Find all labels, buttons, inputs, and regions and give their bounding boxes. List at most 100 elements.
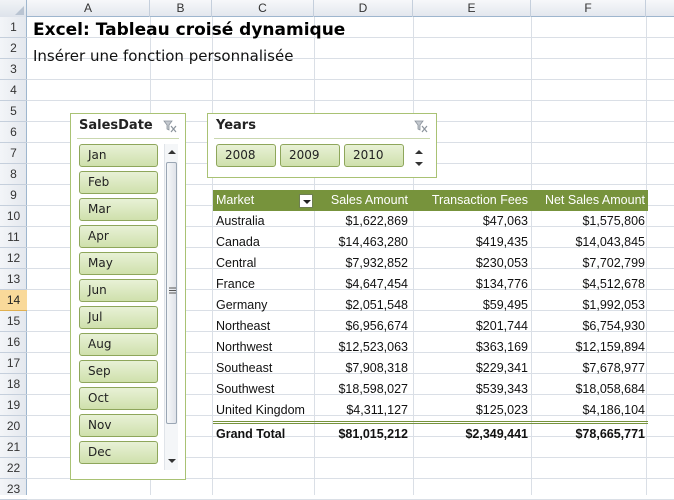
grand-total-sales[interactable]: $81,015,212: [318, 424, 408, 445]
pivot-cell-sales[interactable]: $2,051,548: [318, 295, 408, 316]
row-header[interactable]: 8: [0, 164, 27, 185]
clear-filter-icon[interactable]: [163, 120, 177, 133]
grand-total-fees[interactable]: $2,349,441: [411, 424, 528, 445]
pivot-cell-market[interactable]: Canada: [216, 232, 316, 253]
scroll-up-icon[interactable]: [415, 150, 423, 154]
pivot-cell-sales[interactable]: $7,932,852: [318, 253, 408, 274]
pivot-cell-market[interactable]: Northeast: [216, 316, 316, 337]
row-header[interactable]: 12: [0, 248, 27, 269]
pivot-cell-net[interactable]: $18,058,684: [531, 379, 645, 400]
header-sales-amount[interactable]: Sales Amount: [318, 190, 408, 211]
row-header[interactable]: 14: [0, 290, 27, 311]
scroll-down-icon[interactable]: [168, 459, 176, 463]
grand-total-net[interactable]: $78,665,771: [531, 424, 645, 445]
pivot-cell-sales[interactable]: $4,311,127: [318, 400, 408, 421]
row-header[interactable]: 6: [0, 122, 27, 143]
row-header[interactable]: 10: [0, 206, 27, 227]
column-header-e[interactable]: E: [413, 0, 531, 17]
slicer-item-mar[interactable]: Mar: [79, 198, 158, 221]
row-header[interactable]: 7: [0, 143, 27, 164]
pivot-cell-market[interactable]: Central: [216, 253, 316, 274]
pivot-cell-net[interactable]: $6,754,930: [531, 316, 645, 337]
row-header[interactable]: 21: [0, 437, 27, 458]
slicer-item-dec[interactable]: Dec: [79, 441, 158, 464]
column-header-next[interactable]: [646, 0, 674, 17]
column-header-c[interactable]: C: [212, 0, 314, 17]
row-header[interactable]: 11: [0, 227, 27, 248]
scroll-up-icon[interactable]: [168, 150, 176, 154]
row-header[interactable]: 15: [0, 311, 27, 332]
pivot-cell-sales[interactable]: $7,908,318: [318, 358, 408, 379]
pivot-cell-market[interactable]: Germany: [216, 295, 316, 316]
row-header[interactable]: 3: [0, 59, 27, 80]
slicer-item-2009[interactable]: 2009: [280, 144, 340, 167]
scroll-down-icon[interactable]: [415, 162, 423, 166]
row-header[interactable]: 9: [0, 185, 27, 206]
pivot-cell-sales[interactable]: $12,523,063: [318, 337, 408, 358]
slicer-item-apr[interactable]: Apr: [79, 225, 158, 248]
pivot-cell-fees[interactable]: $363,169: [411, 337, 528, 358]
row-header[interactable]: 1: [0, 17, 27, 38]
row-header[interactable]: 17: [0, 353, 27, 374]
row-header[interactable]: 5: [0, 101, 27, 122]
pivot-cell-fees[interactable]: $134,776: [411, 274, 528, 295]
sheet-subtitle[interactable]: Insérer une fonction personnalisée: [33, 47, 293, 65]
pivot-cell-fees[interactable]: $539,343: [411, 379, 528, 400]
pivot-cell-fees[interactable]: $59,495: [411, 295, 528, 316]
row-header[interactable]: 20: [0, 416, 27, 437]
pivot-cell-fees[interactable]: $125,023: [411, 400, 528, 421]
slicer-item-oct[interactable]: Oct: [79, 387, 158, 410]
pivot-cell-market[interactable]: Northwest: [216, 337, 316, 358]
row-header[interactable]: 22: [0, 458, 27, 479]
slicer-item-2008[interactable]: 2008: [216, 144, 276, 167]
header-transaction-fees[interactable]: Transaction Fees: [411, 190, 528, 211]
pivot-cell-net[interactable]: $1,992,053: [531, 295, 645, 316]
header-net-sales-amount[interactable]: Net Sales Amount: [531, 190, 645, 211]
pivot-cell-market[interactable]: Southwest: [216, 379, 316, 400]
column-header-d[interactable]: D: [314, 0, 413, 17]
filter-dropdown-icon[interactable]: [299, 194, 313, 208]
slicer-item-2010[interactable]: 2010: [344, 144, 404, 167]
row-header[interactable]: 4: [0, 80, 27, 101]
pivot-cell-net[interactable]: $4,186,104: [531, 400, 645, 421]
pivot-cell-market[interactable]: United Kingdom: [216, 400, 316, 421]
pivot-cell-net[interactable]: $7,678,977: [531, 358, 645, 379]
column-header-b[interactable]: B: [150, 0, 212, 17]
slicer-item-aug[interactable]: Aug: [79, 333, 158, 356]
pivot-cell-fees[interactable]: $47,063: [411, 211, 528, 232]
slicer-scrollbar[interactable]: [164, 144, 178, 470]
row-header[interactable]: 16: [0, 332, 27, 353]
pivot-cell-net[interactable]: $14,043,845: [531, 232, 645, 253]
pivot-cell-net[interactable]: $1,575,806: [531, 211, 645, 232]
slicer-item-sep[interactable]: Sep: [79, 360, 158, 383]
slicer-item-may[interactable]: May: [79, 252, 158, 275]
column-header-a[interactable]: A: [27, 0, 150, 17]
slicer-item-jan[interactable]: Jan: [79, 144, 158, 167]
pivot-cell-sales[interactable]: $4,647,454: [318, 274, 408, 295]
slicer-item-feb[interactable]: Feb: [79, 171, 158, 194]
pivot-cell-market[interactable]: France: [216, 274, 316, 295]
column-header-f[interactable]: F: [531, 0, 646, 17]
pivot-cell-net[interactable]: $4,512,678: [531, 274, 645, 295]
row-header[interactable]: 2: [0, 38, 27, 59]
slicer-item-jul[interactable]: Jul: [79, 306, 158, 329]
pivot-cell-market[interactable]: Southeast: [216, 358, 316, 379]
scroll-thumb[interactable]: [166, 162, 177, 424]
clear-filter-icon[interactable]: [414, 120, 428, 133]
pivot-cell-fees[interactable]: $229,341: [411, 358, 528, 379]
row-header[interactable]: 13: [0, 269, 27, 290]
pivot-cell-sales[interactable]: $18,598,027: [318, 379, 408, 400]
grand-total-label[interactable]: Grand Total: [216, 424, 316, 445]
row-header[interactable]: 19: [0, 395, 27, 416]
slicer-item-jun[interactable]: Jun: [79, 279, 158, 302]
pivot-cell-net[interactable]: $12,159,894: [531, 337, 645, 358]
pivot-cell-fees[interactable]: $201,744: [411, 316, 528, 337]
pivot-cell-fees[interactable]: $419,435: [411, 232, 528, 253]
pivot-cell-sales[interactable]: $1,622,869: [318, 211, 408, 232]
pivot-cell-net[interactable]: $7,702,799: [531, 253, 645, 274]
pivot-cell-sales[interactable]: $14,463,280: [318, 232, 408, 253]
row-header[interactable]: 23: [0, 479, 27, 500]
select-all-corner[interactable]: [0, 0, 27, 17]
slicer-item-nov[interactable]: Nov: [79, 414, 158, 437]
sheet-title[interactable]: Excel: Tableau croisé dynamique: [33, 20, 345, 40]
